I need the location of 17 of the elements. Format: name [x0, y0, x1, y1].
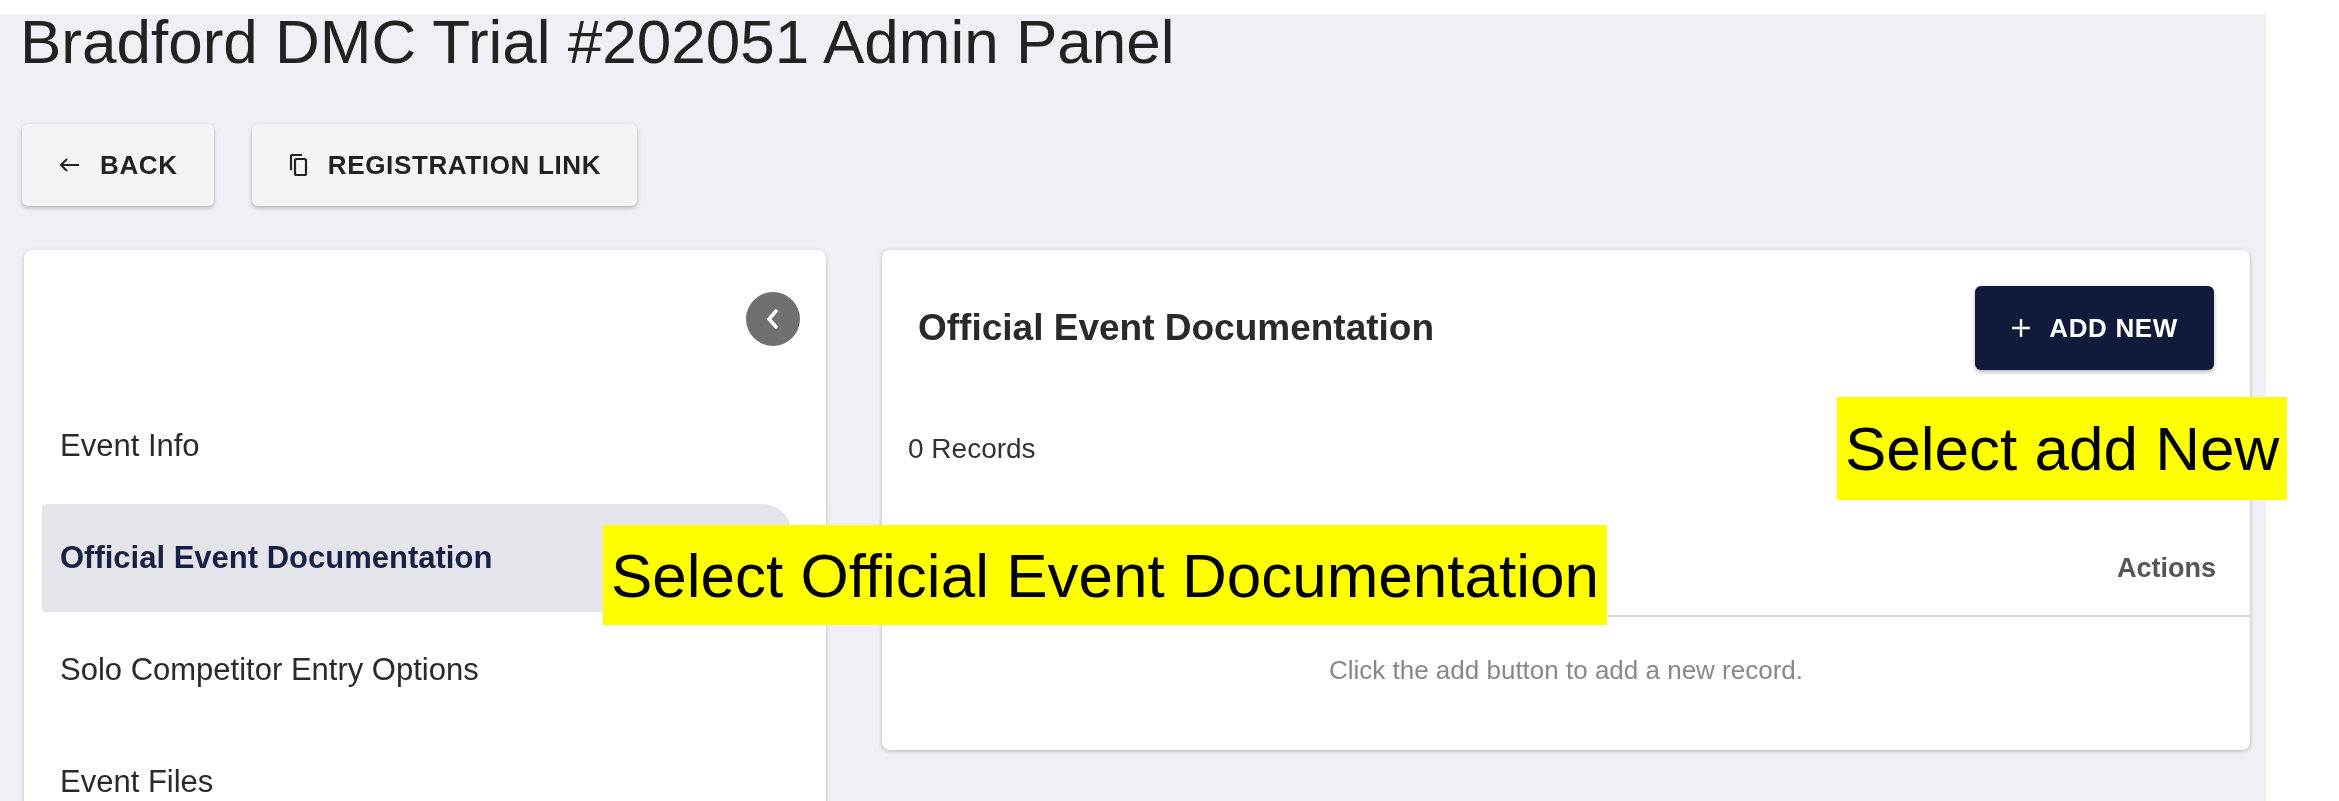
instruction-tooltip: Select Official Event Documentation — [603, 525, 1607, 625]
back-button[interactable]: BACK — [22, 124, 214, 206]
page-title: Bradford DMC Trial #202051 Admin Panel — [20, 14, 1176, 70]
copy-icon — [287, 153, 308, 177]
plus-icon — [2011, 318, 2032, 338]
sidebar-item[interactable]: Event Files — [42, 728, 792, 801]
add-new-button[interactable]: ADD NEW — [1975, 286, 2214, 370]
panel-title: Official Event Documentation — [918, 306, 1434, 351]
empty-message: Click the add button to add a new record. — [1327, 653, 1805, 687]
collapse-button[interactable] — [746, 292, 800, 346]
instruction-tooltip: Select add New — [1837, 397, 2288, 500]
back-arrow-icon — [58, 157, 80, 173]
chevron-left-icon — [765, 307, 781, 331]
column-header: Actions — [2117, 552, 2216, 585]
sidebar-item[interactable]: Event Info — [42, 392, 792, 500]
registration-link-button[interactable]: REGISTRATION LINK — [251, 124, 638, 206]
record-count: 0 Records — [908, 432, 1036, 466]
